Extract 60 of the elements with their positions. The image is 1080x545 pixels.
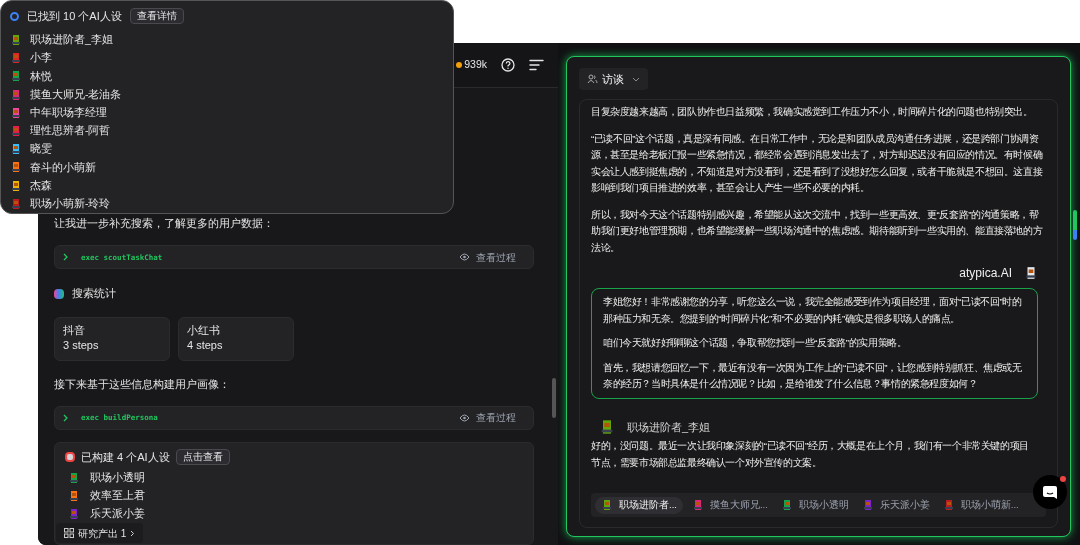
persona-name: 杰森 <box>30 177 52 193</box>
persona-name: 职场进阶者_李姐 <box>30 32 113 48</box>
persona-tab[interactable]: 职场进阶者... <box>595 496 683 514</box>
step-count: 4 steps <box>187 337 224 353</box>
sender-name: atypica.AI <box>959 265 1012 282</box>
persona-name: 职场进阶者_李姐 <box>627 419 711 435</box>
persona-tab[interactable]: 职场小萌新... <box>938 496 1023 514</box>
view-process-button[interactable]: 查看过程 <box>459 410 516 426</box>
chevron-icon <box>63 253 69 262</box>
caret-icon <box>632 76 640 82</box>
persona-tab[interactable]: 乐天派小姜 <box>857 496 934 514</box>
help-icon[interactable] <box>501 58 515 72</box>
side-indicator <box>1073 210 1077 240</box>
persona-name: 奋斗的小萌新 <box>30 159 96 175</box>
persona-name: 职场小透明 <box>90 469 145 485</box>
platform-name: 小红书 <box>187 322 221 338</box>
menu-icon[interactable] <box>529 59 544 71</box>
persona-name: 摸鱼大师兄-老油条 <box>30 86 122 102</box>
eye-icon <box>459 253 470 262</box>
avatar-icon <box>1024 266 1038 280</box>
persona-name: 效率至上君 <box>90 487 145 503</box>
message-text: 好的，没问题。最近一次让我印象深刻的“已读不回”经历，大概是在上个月，我们有一个非常关键的项目节点，需要市场部总监最终确认一个对外宣传的文案。 <box>591 439 1030 470</box>
grid-icon <box>64 528 74 538</box>
message-text: 咱们今天就好好聊聊这个话题，争取帮您找到一些“反套路”的实用策略。 <box>603 336 908 350</box>
message-text: “已读不回”这个话题，真是深有同感。在日常工作中，无论是和团队成员沟通任务进展，还是跨部门协调资源，甚至是给老板汇报一些紧急情况，都经常会遇到消息发出去了，对方却迟迟没有回应的情况。有时候确实会让人感到挺焦虑的，不知道是对方没看到，还是看到了没想好怎么回复，或者干脆就是不想回。这直接影响到我们项目推进的效率，甚至会让人产生一些不必要的内耗。 <box>591 131 1044 195</box>
search-icon <box>10 11 19 21</box>
popover-title: 已找到 10 个AI人设 <box>27 8 122 24</box>
people-icon <box>587 74 598 84</box>
persona-tab[interactable]: 摸鱼大师兄... <box>687 496 772 514</box>
platform-name: 抖音 <box>63 322 86 338</box>
coin-icon <box>456 62 463 68</box>
persona-tab[interactable]: 职场小透明 <box>776 496 853 514</box>
view-details-button[interactable]: 查看详情 <box>129 8 184 24</box>
credits-count: 939k <box>464 57 487 73</box>
view-process-button[interactable]: 查看过程 <box>459 249 516 265</box>
persona-name: 中年职场李经理 <box>30 104 107 120</box>
view-button[interactable]: 点击查看 <box>175 449 230 466</box>
chevron-icon <box>130 529 136 537</box>
message-text: 首先，我想请您回忆一下，最近有没有一次因为工作上的“已读不回”，让您感到特别抓狂、焦虑或无奈的经历？当时具体是什么情况呢？比如，是给谁发了什么信息？事情的紧急程度如何？ <box>603 360 1023 391</box>
chart-icon <box>54 288 64 299</box>
chevron-icon <box>63 413 69 422</box>
persona-name: 晓雯 <box>30 141 52 157</box>
mode-dropdown[interactable]: 访谈 <box>579 68 648 90</box>
persona-name: 林悦 <box>30 68 52 84</box>
message-text: 李姐您好！非常感谢您的分享，听您这么一说，我完全能感受到作为项目经理，面对“已读不回”时的那种压力和无奈。您提到的“时间碎片化”和“不必要的内耗”确实是很多职场人的痛点。 <box>603 295 1023 326</box>
message-text: 接下来基于这些信息构建用户画像： <box>54 376 231 391</box>
message-text: 让我进一步补充搜索，了解更多的用户数据： <box>54 216 275 230</box>
persona-card-title: 已构建 4 个AI人设 <box>81 450 170 466</box>
chat-icon <box>1042 484 1058 500</box>
persona-name: 小李 <box>30 50 52 66</box>
message-text: 所以，我对今天这个话题特别感兴趣，希望能从这次交流中，找到一些更高效、更“反套路”的沟通策略，帮助我们更好地管理预期，也希望能缓解一些职场沟通中的焦虑感。期待能听到一些实用的、能直接落地的方法论。 <box>591 207 1044 255</box>
step-count: 3 steps <box>63 337 100 353</box>
section-heading: 搜索统计 <box>72 286 116 302</box>
research-output-button[interactable]: 研究产出 1 <box>56 523 144 543</box>
eye-icon <box>459 413 470 422</box>
persona-name: 理性思辨者-阿哲 <box>30 123 111 139</box>
message-text: 目复杂度越来越高，团队协作也日益频繁，我确实感觉到工作压力不小，时间碎片化的问题也特别突出。 <box>591 105 1034 119</box>
persona-name: 职场小萌新-玲玲 <box>30 195 111 211</box>
persona-name: 乐天派小姜 <box>90 505 145 521</box>
scrollbar-thumb[interactable] <box>552 378 556 418</box>
